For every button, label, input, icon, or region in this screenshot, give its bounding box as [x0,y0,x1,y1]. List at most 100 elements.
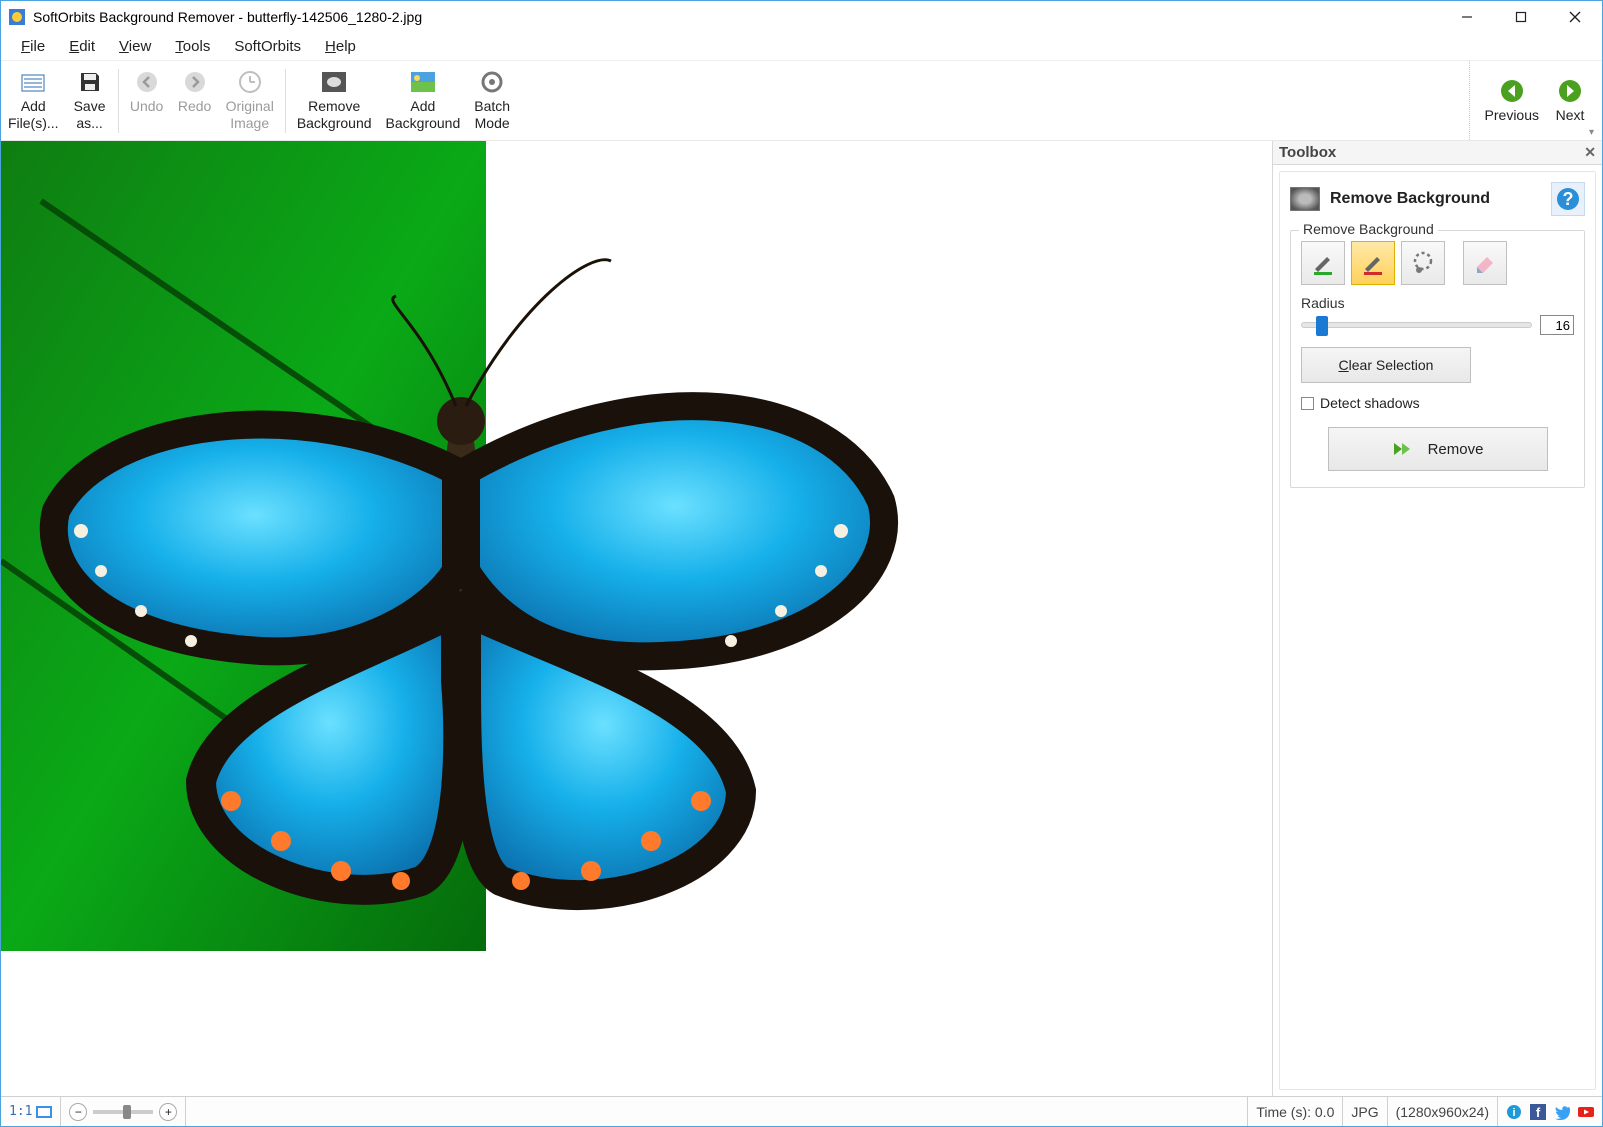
image-preview [1,141,903,951]
toolbox-title: Remove Background [1330,190,1490,208]
radius-value-input[interactable] [1540,315,1574,335]
original-image-button[interactable]: Original Image [219,63,281,137]
batch-mode-label: Batch Mode [474,98,510,132]
undo-button[interactable]: Undo [123,63,171,120]
remove-run-icon [1392,440,1414,458]
toolbox-body: Remove Background ? Remove Background [1279,171,1596,1090]
previous-icon [1498,77,1526,105]
add-files-label: Add File(s)... [8,98,59,132]
previous-label: Previous [1485,107,1539,124]
remove-button[interactable]: Remove [1328,427,1548,471]
toolbar-group-nav: Previous Next ▾ [1469,61,1594,140]
youtube-icon[interactable] [1578,1104,1594,1120]
lasso-tool[interactable] [1401,241,1445,285]
toolbar-group-file: Add File(s)... Save as... [1,61,114,140]
save-as-button[interactable]: Save as... [66,63,114,137]
toolbar-group-bg: Remove Background Add Background Batch M… [290,61,517,140]
minimize-button[interactable] [1440,1,1494,33]
status-time: Time (s): 0.0 [1248,1097,1343,1126]
next-button[interactable]: Next [1546,72,1594,129]
menu-view[interactable]: View [109,35,161,58]
toolbar-sep-2 [285,69,286,133]
maximize-button[interactable] [1494,1,1548,33]
clear-selection-button[interactable]: Clear Selection [1301,347,1471,383]
radius-slider[interactable] [1301,322,1532,328]
info-icon[interactable]: i [1506,1104,1522,1120]
fieldset-legend: Remove Background [1299,221,1438,237]
menu-bar: File Edit View Tools SoftOrbits Help [1,33,1602,61]
radius-slider-row [1301,315,1574,335]
toolbar-overflow-icon[interactable]: ▾ [1589,127,1594,138]
detect-shadows-row[interactable]: Detect shadows [1301,395,1574,411]
add-files-button[interactable]: Add File(s)... [1,63,66,137]
detect-shadows-label: Detect shadows [1320,395,1420,411]
redo-button[interactable]: Redo [171,63,219,120]
toolbox-title-row: Remove Background ? [1290,182,1585,216]
twitter-icon[interactable] [1554,1104,1570,1120]
toolbar-sep-1 [118,69,119,133]
next-icon [1556,77,1584,105]
menu-softorbits[interactable]: SoftOrbits [224,35,311,58]
close-button[interactable] [1548,1,1602,33]
app-icon [9,9,25,25]
green-marker-tool[interactable] [1301,241,1345,285]
svg-text:?: ? [1563,189,1574,209]
clock-icon [236,68,264,96]
scale-label: 1:1 [9,1104,32,1119]
menu-help[interactable]: Help [315,35,366,58]
title-bar: SoftOrbits Background Remover - butterfl… [1,1,1602,33]
remove-background-button[interactable]: Remove Background [290,63,379,137]
undo-icon [133,68,161,96]
add-background-button[interactable]: Add Background [379,63,468,137]
zoom-slider[interactable] [93,1110,153,1114]
scale-segment: 1:1 [1,1097,61,1126]
menu-edit[interactable]: Edit [59,35,105,58]
window-controls [1440,1,1602,33]
detect-shadows-checkbox[interactable] [1301,397,1314,410]
menu-file[interactable]: File [11,35,55,58]
add-bg-icon [409,68,437,96]
marker-tool-row [1301,241,1574,285]
remove-bg-fieldset: Remove Background [1290,230,1585,488]
save-as-label: Save as... [74,98,106,132]
remove-bg-icon [320,68,348,96]
zoom-segment: − + [61,1097,186,1126]
add-files-icon [19,68,47,96]
add-bg-label: Add Background [386,98,461,132]
redo-icon [181,68,209,96]
batch-mode-button[interactable]: Batch Mode [467,63,517,137]
app-window: SoftOrbits Background Remover - butterfl… [0,0,1603,1127]
radius-label: Radius [1301,295,1574,311]
help-button[interactable]: ? [1551,182,1585,216]
previous-button[interactable]: Previous [1478,72,1546,129]
zoom-in-button[interactable]: + [159,1103,177,1121]
eraser-tool[interactable] [1463,241,1507,285]
radius-slider-thumb[interactable] [1316,316,1328,336]
toolbar: Add File(s)... Save as... Undo Redo Orig… [1,61,1602,141]
red-marker-tool[interactable] [1351,241,1395,285]
image-canvas[interactable] [1,141,1272,1096]
facebook-icon[interactable]: f [1530,1104,1546,1120]
toolbox-thumb-icon [1290,187,1320,211]
fit-to-window-icon[interactable] [36,1106,52,1118]
next-label: Next [1556,107,1585,124]
status-spacer [186,1097,1248,1126]
remove-button-label: Remove [1428,441,1484,458]
redo-label: Redo [178,98,211,115]
status-format: JPG [1343,1097,1387,1126]
svg-text:f: f [1536,1105,1541,1120]
toolbox-close-icon[interactable]: ✕ [1584,144,1596,161]
window-title: SoftOrbits Background Remover - butterfl… [33,9,422,25]
zoom-slider-thumb[interactable] [123,1105,131,1119]
toolbar-group-edit: Undo Redo Original Image [123,61,281,140]
save-icon [76,68,104,96]
title-left: SoftOrbits Background Remover - butterfl… [9,9,422,25]
zoom-out-button[interactable]: − [69,1103,87,1121]
social-segment: i f [1498,1097,1602,1126]
undo-label: Undo [130,98,163,115]
status-dimensions: (1280x960x24) [1388,1097,1498,1126]
gear-icon [478,68,506,96]
toolbox-header-title: Toolbox [1279,144,1336,161]
menu-tools[interactable]: Tools [165,35,220,58]
status-bar: 1:1 − + Time (s): 0.0 JPG (1280x960x24) … [1,1096,1602,1126]
